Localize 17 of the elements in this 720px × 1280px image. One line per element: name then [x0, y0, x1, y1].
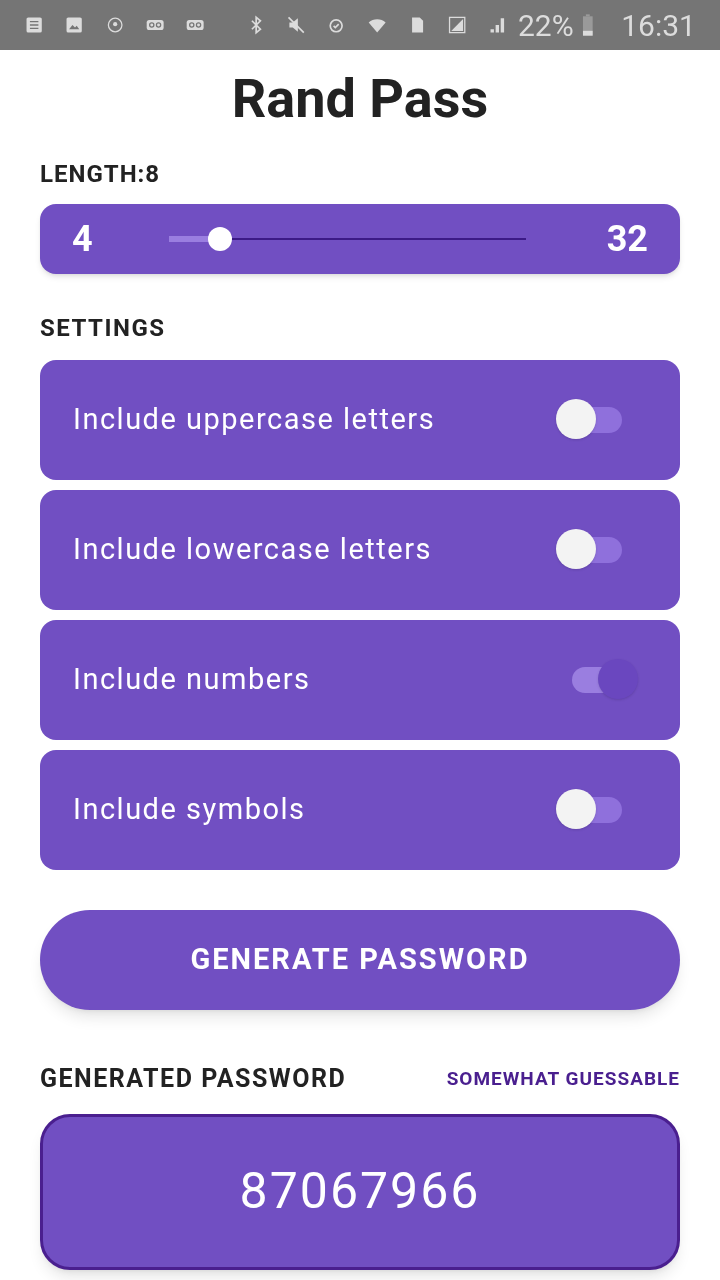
setting-label: Include numbers — [73, 661, 312, 699]
setting-label: Include uppercase letters — [73, 401, 437, 439]
length-slider[interactable] — [169, 229, 526, 249]
app-title: Rand Pass — [230, 66, 490, 132]
max-value: 32 — [606, 217, 648, 262]
password-text: 87067966 — [239, 1161, 481, 1222]
clock: 16:31 — [621, 6, 696, 45]
generate-button[interactable]: GENERATE PASSWORD — [40, 910, 680, 1010]
length-label: LENGTH:8 — [40, 159, 162, 190]
result-heading: GENERATED PASSWORD — [40, 1063, 347, 1095]
battery-icon — [581, 11, 594, 39]
battery-percent: 22% — [517, 6, 574, 45]
strength-label: SOMEWHAT GUESSABLE — [446, 1065, 680, 1092]
min-value: 4 — [72, 217, 94, 262]
setting-label: Include lowercase letters — [73, 531, 433, 569]
settings-heading: SETTINGS — [40, 313, 167, 344]
setting-label: Include symbols — [73, 791, 307, 829]
